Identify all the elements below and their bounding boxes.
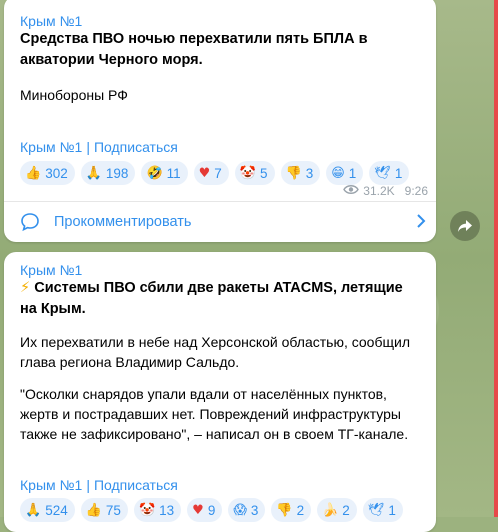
reaction-scream[interactable]: 😱 3	[228, 498, 266, 522]
reaction-count: 7	[214, 165, 222, 181]
window-edge	[494, 0, 498, 517]
clown-icon: 🤡	[239, 165, 256, 181]
banana-icon: 🍌	[322, 502, 339, 518]
message-time: 9:26	[404, 184, 428, 198]
reaction-count: 13	[159, 502, 175, 518]
channel-name[interactable]: Крым №1	[20, 13, 82, 29]
views-count: 31.2K	[363, 184, 395, 198]
reaction-count: 11	[166, 165, 181, 181]
eye-icon	[343, 184, 360, 198]
reaction-count: 3	[305, 165, 314, 181]
heart-icon: ♥	[192, 502, 204, 518]
reaction-count: 524	[45, 502, 68, 518]
channel-name[interactable]: Крым №1	[20, 262, 82, 278]
reaction-thumbs-up[interactable]: 👍 302	[20, 161, 75, 185]
message-bubble-2: Крым №1 ⚡ Системы ПВО сбили две ракеты A…	[4, 252, 436, 532]
reaction-clown[interactable]: 🤡 5	[234, 161, 275, 185]
subscribe-link[interactable]: Подписаться	[94, 139, 178, 155]
chevron-right-icon	[416, 212, 426, 233]
clown-icon: 🤡	[138, 502, 156, 518]
reaction-count: 3	[250, 502, 259, 518]
reaction-count: 9	[207, 502, 216, 518]
post-paragraph-2: "Осколки снарядов упали вдали от населён…	[20, 386, 409, 442]
reaction-thumbs-down[interactable]: 👎 3	[280, 161, 321, 185]
reaction-count: 5	[260, 165, 268, 181]
reaction-dove[interactable]: 🕊 1	[362, 498, 403, 522]
reaction-count: 1	[394, 165, 403, 181]
reaction-rofl[interactable]: 🤣 11	[141, 161, 188, 185]
reaction-count: 1	[348, 165, 357, 181]
reaction-count: 75	[105, 502, 121, 518]
post-headline-text: Системы ПВО сбили две ракеты ATACMS, лет…	[20, 280, 403, 317]
signature-separator: |	[86, 477, 90, 493]
post-signature: Крым №1 | Подписаться	[20, 139, 178, 155]
thumbs-down-icon: 👎	[285, 165, 302, 181]
thumbs-up-icon: 👍	[85, 502, 102, 518]
reaction-grin[interactable]: 😁 1	[326, 161, 364, 185]
comment-bubble-icon	[20, 212, 40, 232]
reaction-count: 302	[45, 165, 68, 181]
heart-icon: ♥	[198, 165, 211, 181]
reaction-dove[interactable]: 🕊 1	[369, 161, 410, 185]
reaction-thumbs-up[interactable]: 👍 75	[80, 498, 128, 522]
dove-icon: 🕊	[367, 502, 385, 518]
pray-icon: 🙏	[85, 165, 102, 181]
reaction-clown[interactable]: 🤡 13	[133, 498, 182, 522]
reaction-thumbs-down[interactable]: 👎 2	[271, 498, 312, 522]
reaction-count: 198	[105, 165, 129, 181]
comment-label: Прокомментировать	[54, 214, 192, 230]
rofl-icon: 🤣	[146, 165, 163, 181]
share-forward-button[interactable]	[450, 211, 480, 241]
post-source: Минобороны РФ	[20, 87, 128, 103]
reaction-count: 1	[388, 502, 396, 518]
post-headline: ⚡ Системы ПВО сбили две ракеты ATACMS, л…	[20, 278, 420, 320]
thumbs-down-icon: 👎	[276, 502, 293, 518]
post-signature: Крым №1 | Подписаться	[20, 477, 178, 493]
reaction-count: 2	[296, 502, 305, 518]
reactions-bar: 👍 302 🙏 198 🤣 11 ♥ 7 🤡 5 👎 3 😁 1 🕊 1	[20, 161, 410, 185]
scream-icon: 😱	[233, 502, 247, 518]
reaction-banana[interactable]: 🍌 2	[317, 498, 357, 522]
reaction-pray[interactable]: 🙏 524	[20, 498, 75, 522]
reaction-heart[interactable]: ♥ 7	[193, 161, 229, 185]
signature-channel-link[interactable]: Крым №1	[20, 477, 82, 493]
divider	[4, 201, 436, 202]
signature-channel-link[interactable]: Крым №1	[20, 139, 82, 155]
share-forward-icon	[457, 219, 473, 233]
reaction-pray[interactable]: 🙏 198	[80, 161, 136, 185]
reaction-heart[interactable]: ♥ 9	[187, 498, 223, 522]
subscribe-link[interactable]: Подписаться	[94, 477, 178, 493]
signature-separator: |	[86, 139, 90, 155]
grin-icon: 😁	[331, 165, 345, 181]
comment-button[interactable]: Прокомментировать	[20, 212, 426, 232]
message-meta: 31.2K 9:26	[343, 184, 428, 198]
reactions-bar: 🙏 524 👍 75 🤡 13 ♥ 9 😱 3 👎 2 🍌 2 🕊 1	[20, 498, 403, 522]
post-headline: Средства ПВО ночью перехватили пять БПЛА…	[20, 31, 368, 68]
lightning-icon: ⚡	[20, 280, 31, 296]
reaction-count: 2	[342, 502, 350, 518]
thumbs-up-icon: 👍	[25, 165, 42, 181]
post-paragraph-1: Их перехватили в небе над Херсонской обл…	[20, 334, 410, 370]
pray-icon: 🙏	[25, 502, 42, 518]
dove-icon: 🕊	[374, 165, 391, 181]
message-bubble-1: Крым №1 Средства ПВО ночью перехватили п…	[4, 0, 436, 242]
